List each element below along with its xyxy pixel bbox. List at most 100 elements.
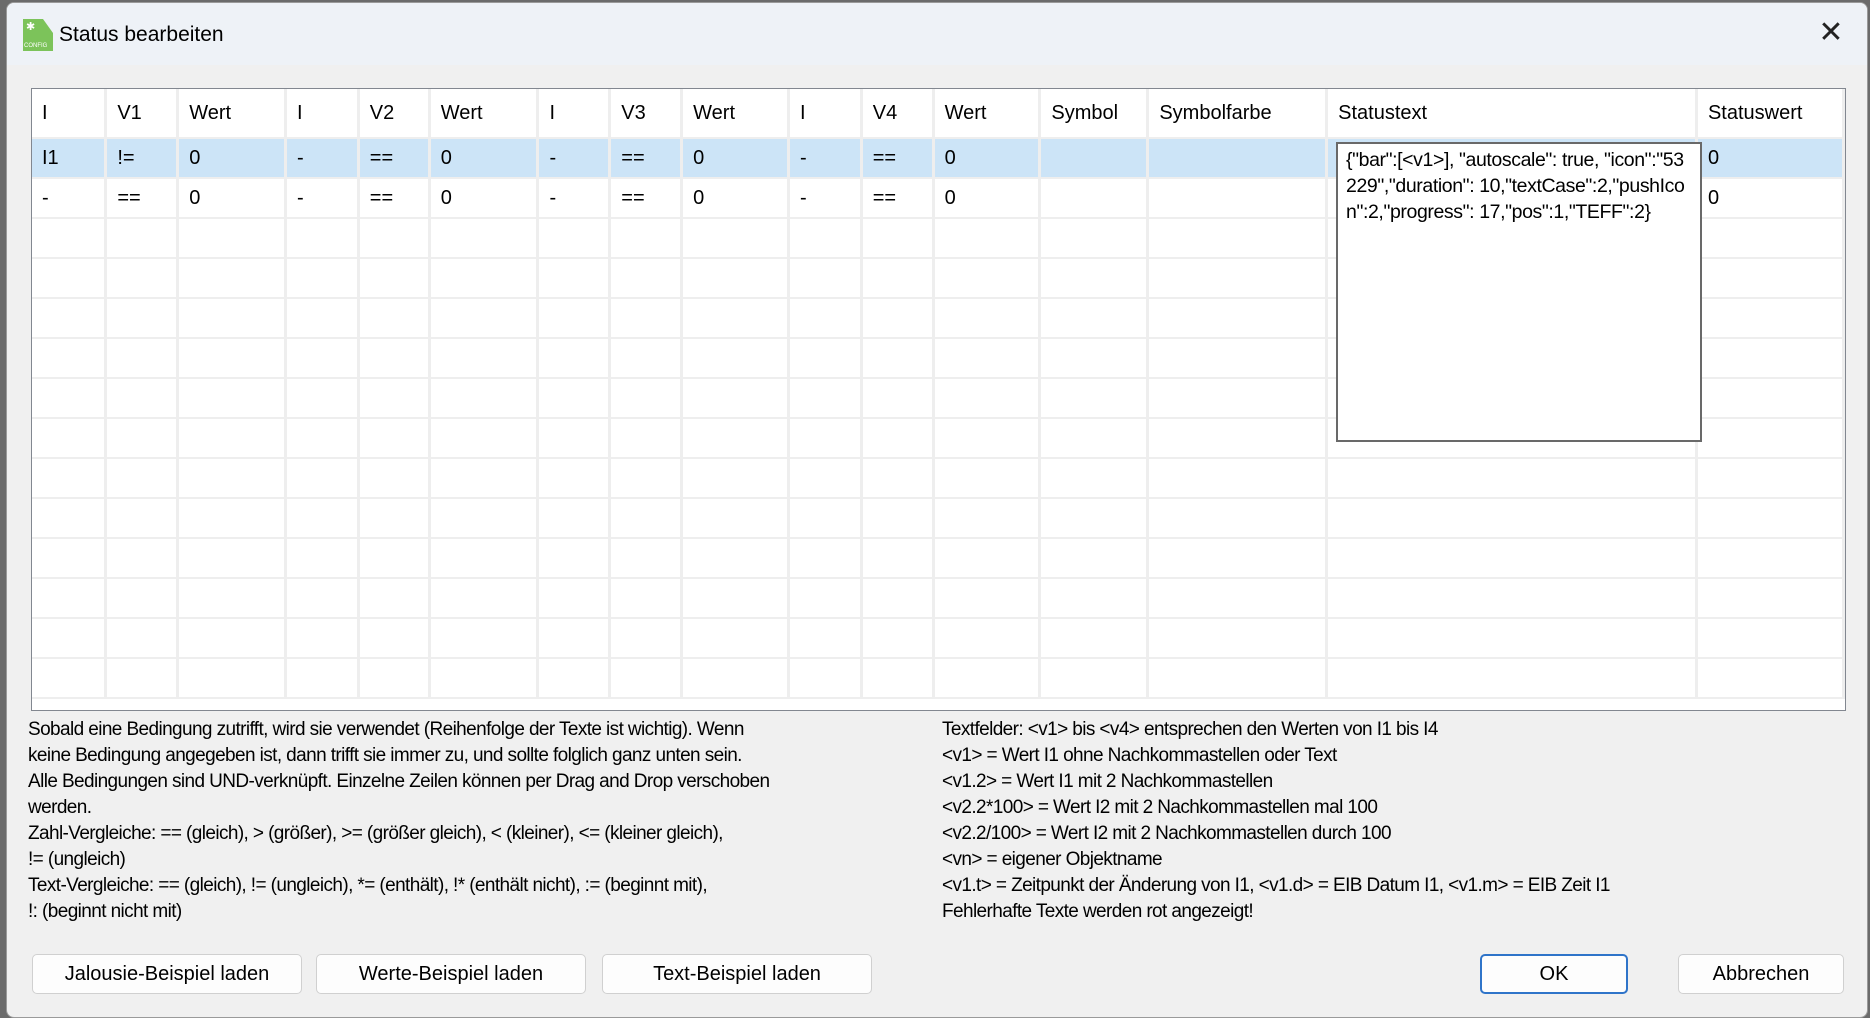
table-cell[interactable] bbox=[933, 658, 1042, 699]
table-cell[interactable] bbox=[609, 458, 684, 499]
table-cell[interactable] bbox=[788, 498, 863, 539]
table-cell[interactable] bbox=[358, 378, 431, 419]
load-jalousie-example-button[interactable]: Jalousie-Beispiel laden bbox=[32, 954, 302, 994]
column-header[interactable]: I bbox=[32, 89, 108, 139]
table-cell[interactable]: == bbox=[358, 138, 431, 179]
table-cell[interactable] bbox=[1326, 498, 1698, 539]
table-cell[interactable] bbox=[177, 218, 287, 259]
table-cell[interactable] bbox=[285, 258, 360, 299]
table-cell[interactable] bbox=[609, 218, 684, 259]
empty-table-row[interactable] bbox=[32, 498, 1845, 539]
table-cell[interactable] bbox=[681, 538, 790, 579]
table-cell[interactable] bbox=[429, 658, 540, 699]
close-icon[interactable]: ✕ bbox=[1813, 15, 1849, 51]
column-header[interactable]: Wert bbox=[429, 89, 540, 139]
table-cell[interactable] bbox=[1147, 658, 1329, 699]
table-cell[interactable] bbox=[537, 418, 612, 459]
column-header[interactable]: I bbox=[285, 89, 360, 139]
table-cell[interactable] bbox=[933, 218, 1042, 259]
table-cell[interactable] bbox=[429, 418, 540, 459]
table-cell[interactable] bbox=[861, 458, 935, 499]
table-cell[interactable]: 0 bbox=[1696, 178, 1845, 219]
table-cell[interactable] bbox=[1696, 218, 1845, 259]
table-cell[interactable]: == bbox=[609, 138, 684, 179]
table-cell[interactable] bbox=[681, 338, 790, 379]
table-cell[interactable] bbox=[285, 418, 360, 459]
table-cell[interactable] bbox=[1147, 418, 1329, 459]
table-cell[interactable] bbox=[177, 618, 287, 659]
table-cell[interactable] bbox=[609, 338, 684, 379]
table-cell[interactable] bbox=[32, 658, 108, 699]
table-cell[interactable] bbox=[537, 498, 612, 539]
table-cell[interactable] bbox=[1147, 218, 1329, 259]
table-cell[interactable] bbox=[429, 218, 540, 259]
table-cell[interactable] bbox=[681, 378, 790, 419]
table-cell[interactable] bbox=[1696, 658, 1845, 699]
table-cell[interactable] bbox=[681, 618, 790, 659]
table-cell[interactable] bbox=[1147, 498, 1329, 539]
table-cell[interactable] bbox=[177, 258, 287, 299]
table-cell[interactable] bbox=[105, 578, 180, 619]
empty-table-row[interactable] bbox=[32, 578, 1845, 619]
column-header[interactable]: Wert bbox=[177, 89, 287, 139]
table-cell[interactable] bbox=[681, 298, 790, 339]
column-header[interactable]: Symbolfarbe bbox=[1147, 89, 1329, 139]
table-cell[interactable] bbox=[681, 658, 790, 699]
table-cell[interactable] bbox=[609, 418, 684, 459]
table-cell[interactable] bbox=[861, 578, 935, 619]
table-cell[interactable] bbox=[358, 618, 431, 659]
table-cell[interactable] bbox=[1147, 298, 1329, 339]
table-cell[interactable] bbox=[537, 618, 612, 659]
table-cell[interactable] bbox=[358, 498, 431, 539]
table-cell[interactable] bbox=[1696, 458, 1845, 499]
table-cell[interactable] bbox=[358, 418, 431, 459]
table-cell[interactable]: 0 bbox=[429, 138, 540, 179]
table-cell[interactable] bbox=[788, 538, 863, 579]
table-cell[interactable]: == bbox=[861, 138, 935, 179]
table-cell[interactable] bbox=[1147, 538, 1329, 579]
column-header[interactable]: V4 bbox=[861, 89, 935, 139]
table-cell[interactable] bbox=[681, 498, 790, 539]
table-cell[interactable] bbox=[861, 538, 935, 579]
table-cell[interactable] bbox=[537, 538, 612, 579]
table-cell[interactable] bbox=[177, 418, 287, 459]
table-cell[interactable] bbox=[1039, 498, 1150, 539]
table-cell[interactable] bbox=[933, 498, 1042, 539]
table-cell[interactable] bbox=[285, 298, 360, 339]
table-cell[interactable] bbox=[1696, 578, 1845, 619]
table-cell[interactable] bbox=[285, 578, 360, 619]
table-cell[interactable] bbox=[861, 258, 935, 299]
table-cell[interactable] bbox=[32, 258, 108, 299]
table-cell[interactable] bbox=[788, 258, 863, 299]
table-cell[interactable] bbox=[861, 218, 935, 259]
table-cell[interactable] bbox=[933, 418, 1042, 459]
table-cell[interactable]: - bbox=[788, 178, 863, 219]
table-cell[interactable]: == bbox=[105, 178, 180, 219]
table-cell[interactable] bbox=[105, 338, 180, 379]
table-cell[interactable] bbox=[32, 618, 108, 659]
table-cell[interactable] bbox=[933, 578, 1042, 619]
table-cell[interactable] bbox=[537, 298, 612, 339]
load-values-example-button[interactable]: Werte-Beispiel laden bbox=[316, 954, 586, 994]
table-cell[interactable] bbox=[358, 258, 431, 299]
table-cell[interactable] bbox=[429, 538, 540, 579]
table-cell[interactable] bbox=[285, 538, 360, 579]
table-cell[interactable] bbox=[788, 338, 863, 379]
table-cell[interactable]: 0 bbox=[429, 178, 540, 219]
table-cell[interactable] bbox=[681, 218, 790, 259]
table-cell[interactable] bbox=[537, 578, 612, 619]
table-cell[interactable] bbox=[358, 538, 431, 579]
table-cell[interactable] bbox=[177, 538, 287, 579]
table-cell[interactable] bbox=[177, 298, 287, 339]
column-header[interactable]: Symbol bbox=[1039, 89, 1150, 139]
table-cell[interactable] bbox=[1039, 458, 1150, 499]
table-cell[interactable] bbox=[788, 458, 863, 499]
table-cell[interactable] bbox=[358, 338, 431, 379]
table-cell[interactable] bbox=[429, 498, 540, 539]
table-cell[interactable] bbox=[177, 378, 287, 419]
table-cell[interactable] bbox=[788, 298, 863, 339]
table-cell[interactable] bbox=[105, 538, 180, 579]
table-cell[interactable] bbox=[429, 338, 540, 379]
table-cell[interactable] bbox=[105, 218, 180, 259]
table-cell[interactable] bbox=[177, 578, 287, 619]
